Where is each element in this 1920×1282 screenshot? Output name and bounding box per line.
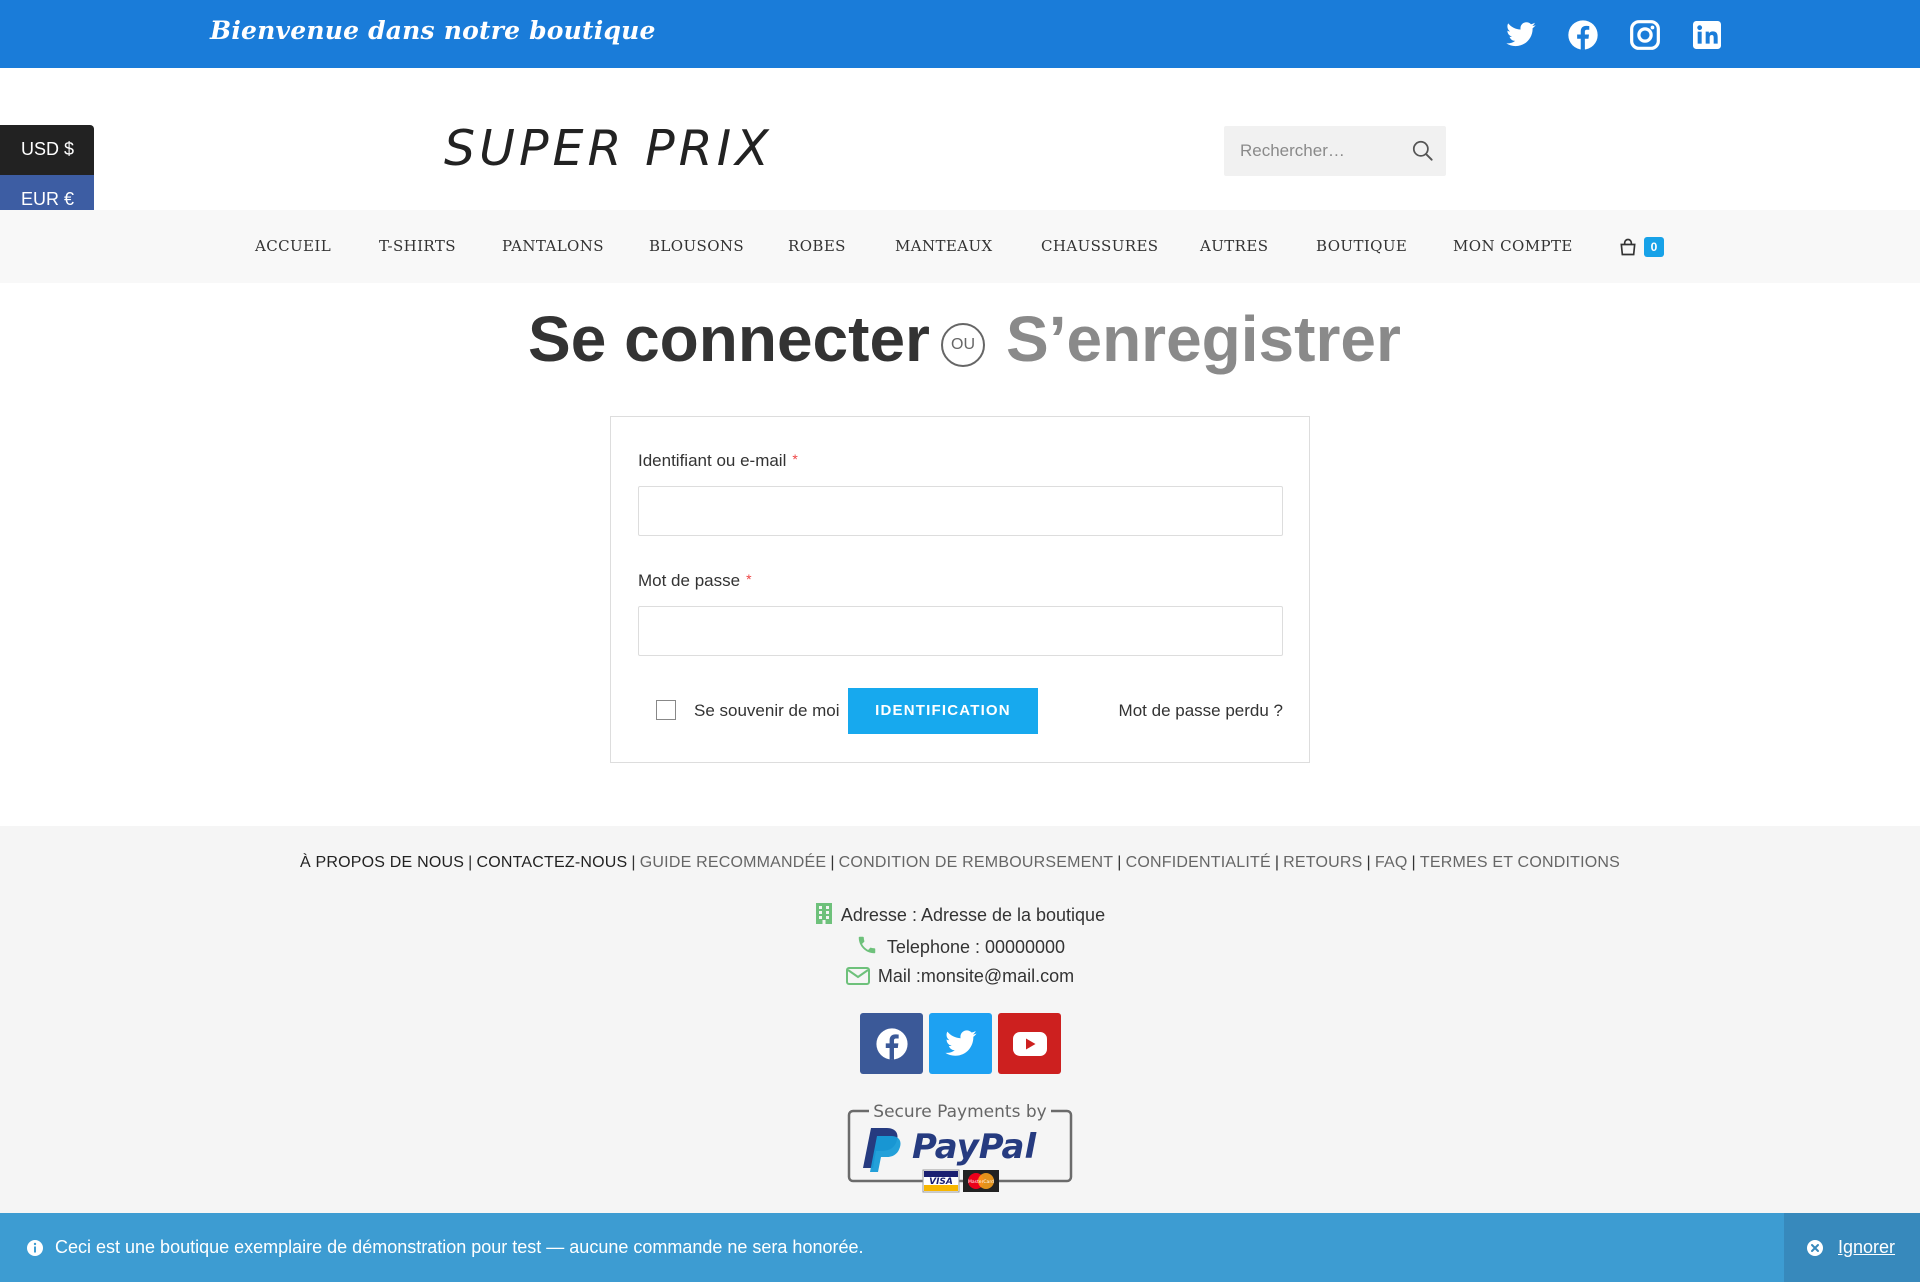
login-button[interactable]: IDENTIFICATION: [848, 688, 1038, 734]
header-social-links: [1505, 19, 1723, 51]
paypal-p-icon: [863, 1128, 901, 1172]
currency-usd[interactable]: USD $: [0, 125, 94, 175]
or-separator: OU: [941, 323, 985, 367]
search-form: [1224, 126, 1446, 176]
footer-link-returns[interactable]: RETOURS: [1283, 854, 1362, 871]
remember-me-label[interactable]: Se souvenir de moi: [694, 701, 840, 721]
footer-link-terms[interactable]: TERMES ET CONDITIONS: [1420, 854, 1620, 871]
footer-links: À PROPOS DE NOUS | CONTACTEZ-NOUS | GUIDE RE…: [299, 854, 1621, 871]
paypal-secure-badge: Secure Payments by PayPal VISA MasterCar…: [847, 1102, 1073, 1193]
nav-item-blousons[interactable]: BLOUSONS: [649, 210, 744, 283]
dismiss-notice-button[interactable]: Ignorer: [1784, 1213, 1920, 1282]
contact-phone: Telephone : 00000000: [0, 934, 1920, 961]
nav-item-manteaux[interactable]: MANTEAUX: [895, 210, 993, 283]
nav-item-mon-compte[interactable]: MON COMPTE: [1453, 210, 1573, 283]
top-bar: Bienvenue dans notre boutique: [0, 0, 1920, 68]
footer-link-faq[interactable]: FAQ: [1375, 854, 1408, 871]
close-icon: [1806, 1239, 1824, 1262]
search-input[interactable]: [1224, 126, 1404, 176]
register-title[interactable]: S’enregistrer: [1006, 302, 1401, 376]
login-form: Identifiant ou e-mail * Mot de passe * Se …: [610, 416, 1310, 763]
dismiss-label: Ignorer: [1838, 1237, 1896, 1257]
youtube-icon[interactable]: [998, 1013, 1061, 1074]
footer-link-refund[interactable]: CONDITION DE REMBOURSEMENT: [839, 854, 1114, 871]
footer-link-privacy[interactable]: CONFIDENTIALITÉ: [1126, 854, 1271, 871]
search-icon[interactable]: [1410, 138, 1436, 164]
page-title-row: Se connecter OU S’enregistrer: [0, 302, 1920, 382]
required-mark: *: [746, 571, 752, 587]
username-field[interactable]: [638, 486, 1283, 536]
envelope-icon: [845, 967, 870, 990]
remember-me-checkbox[interactable]: [656, 700, 676, 720]
cart-link[interactable]: 0: [1618, 235, 1666, 259]
paypal-caption: Secure Payments by: [873, 1102, 1046, 1122]
login-title: Se connecter: [528, 303, 930, 375]
welcome-text: Bienvenue dans notre boutique: [210, 16, 656, 45]
twitter-icon[interactable]: [1505, 19, 1537, 51]
linkedin-icon[interactable]: [1691, 19, 1723, 51]
facebook-icon[interactable]: [860, 1013, 923, 1074]
nav-item-t-shirts[interactable]: T-SHIRTS: [379, 210, 456, 283]
nav-item-accueil[interactable]: ACCUEIL: [255, 210, 331, 283]
nav-item-boutique[interactable]: BOUTIQUE: [1316, 210, 1407, 283]
footer-link-about[interactable]: À PROPOS DE NOUS: [300, 854, 464, 871]
footer-link-guide[interactable]: GUIDE RECOMMANDÉE: [640, 854, 827, 871]
footer-link-contact[interactable]: CONTACTEZ-NOUS: [476, 854, 627, 871]
required-mark: *: [792, 451, 798, 467]
phone-icon: [855, 934, 879, 961]
nav-item-autres[interactable]: AUTRES: [1200, 210, 1268, 283]
info-icon: [26, 1239, 44, 1262]
visa-card: VISA: [929, 1177, 953, 1187]
mastercard-card: MasterCard: [968, 1179, 994, 1185]
site-logo[interactable]: SUPER PRIX: [444, 120, 773, 177]
footer-social-buttons: [860, 1013, 1061, 1074]
demo-store-notice: Ceci est une boutique exemplaire de démo…: [0, 1213, 1920, 1282]
paypal-brand: PayPal: [912, 1127, 1037, 1167]
password-label: Mot de passe *: [638, 571, 752, 590]
nav-item-chaussures[interactable]: CHAUSSURES: [1041, 210, 1158, 283]
twitter-icon[interactable]: [929, 1013, 992, 1074]
nav-item-pantalons[interactable]: PANTALONS: [502, 210, 604, 283]
contact-mail: Mail :monsite@mail.com: [0, 966, 1920, 990]
main-nav: ACCUEIL T-SHIRTS PANTALONS BLOUSONS ROBE…: [0, 210, 1920, 283]
building-icon: [815, 902, 833, 929]
instagram-icon[interactable]: [1629, 19, 1661, 51]
cart-count-badge: 0: [1644, 237, 1664, 257]
notice-message: Ceci est une boutique exemplaire de démo…: [55, 1237, 864, 1257]
lost-password-link[interactable]: Mot de passe perdu ?: [1119, 701, 1283, 721]
username-label: Identifiant ou e-mail *: [638, 451, 798, 470]
nav-item-robes[interactable]: ROBES: [788, 210, 846, 283]
password-field[interactable]: [638, 606, 1283, 656]
facebook-icon[interactable]: [1567, 19, 1599, 51]
contact-address: Adresse : Adresse de la boutique: [0, 902, 1920, 929]
shopping-bag-icon: [1620, 238, 1636, 256]
